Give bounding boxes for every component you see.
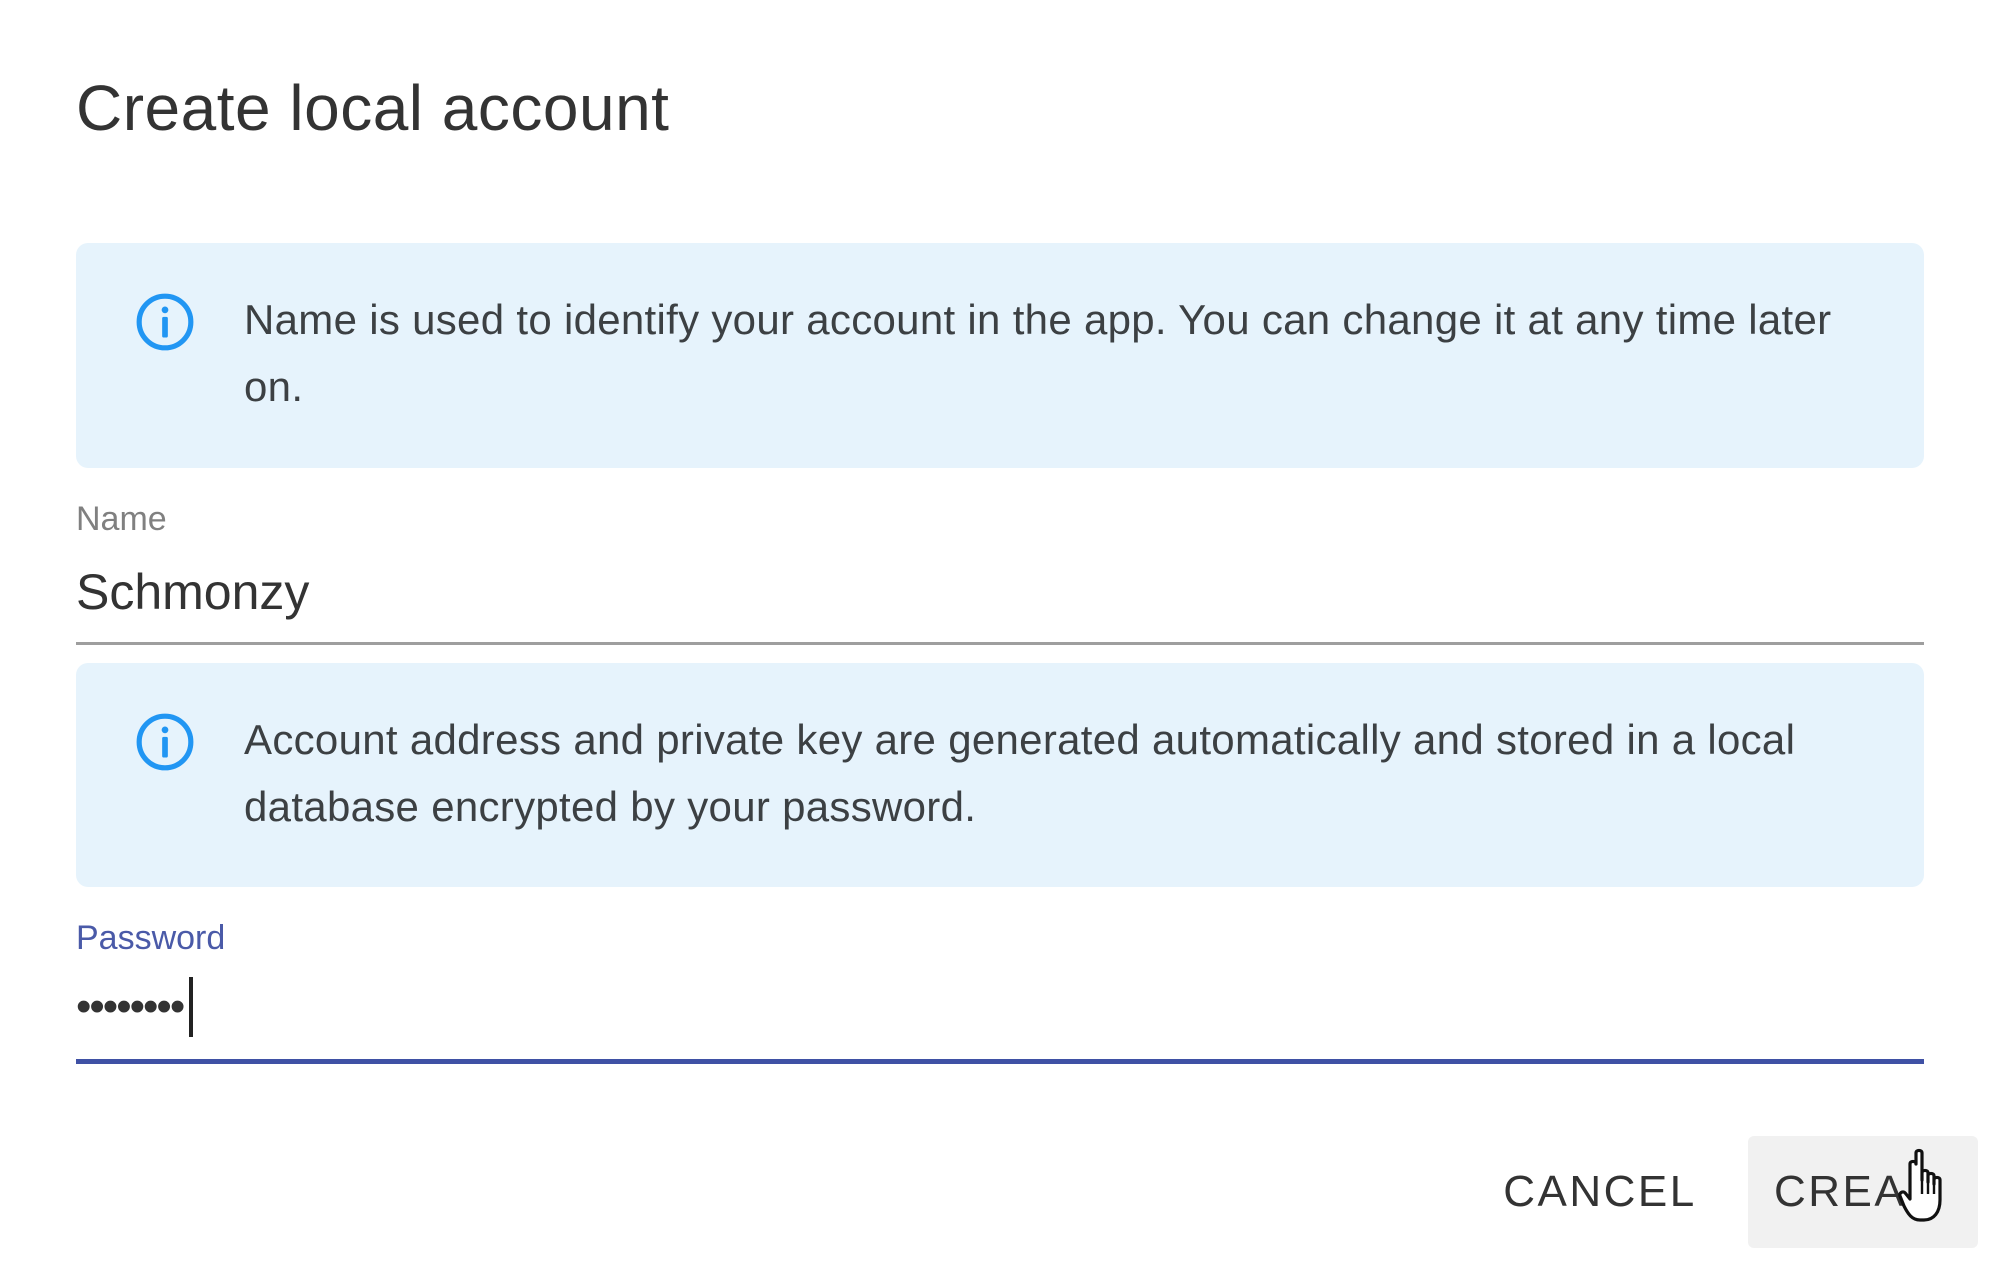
security-info-banner: Account address and private key are gene… (76, 663, 1924, 887)
cancel-button[interactable]: CANCEL (1490, 1136, 1710, 1248)
password-field-label: Password (76, 919, 226, 957)
text-caret (189, 977, 194, 1037)
password-masked-value: •••••••• (76, 982, 185, 1031)
name-input[interactable]: Schmonzy (76, 560, 309, 624)
name-field-label: Name (76, 500, 167, 538)
security-info-text: Account address and private key are gene… (244, 716, 1796, 830)
name-info-banner: Name is used to identify your account in… (76, 243, 1924, 468)
password-input[interactable]: •••••••• (76, 975, 194, 1039)
create-account-dialog: Create local account Name is used to ide… (0, 0, 2000, 1278)
name-info-text: Name is used to identify your account in… (244, 296, 1832, 410)
dialog-title: Create local account (76, 72, 670, 144)
info-icon (136, 293, 194, 351)
password-input-underline (76, 1059, 1924, 1064)
hand-cursor-icon (1898, 1148, 1942, 1222)
name-input-underline (76, 642, 1924, 645)
info-icon (136, 713, 194, 771)
